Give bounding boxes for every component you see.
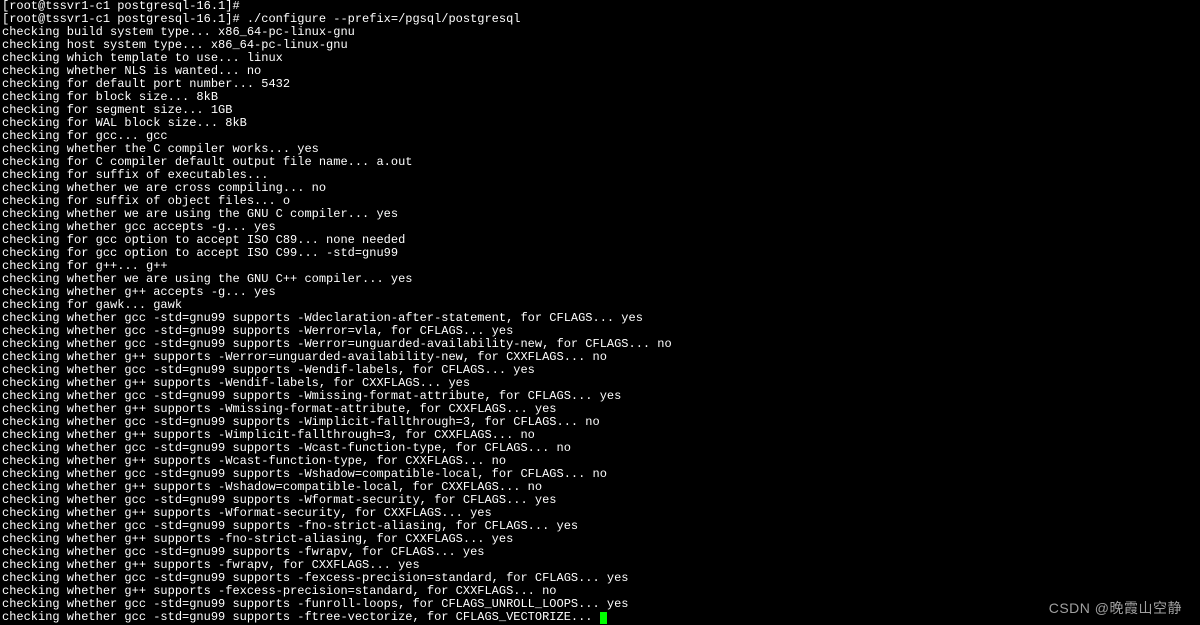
- terminal-output[interactable]: [root@tssvr1-c1 postgresql-16.1]#[root@t…: [0, 0, 1200, 624]
- cursor: [600, 612, 607, 624]
- terminal-line: checking for gcc option to accept ISO C9…: [2, 247, 1198, 260]
- terminal-line: checking for WAL block size... 8kB: [2, 117, 1198, 130]
- watermark: CSDN @晚霞山空静: [1049, 602, 1182, 615]
- terminal-line: checking whether gcc -std=gnu99 supports…: [2, 611, 1198, 624]
